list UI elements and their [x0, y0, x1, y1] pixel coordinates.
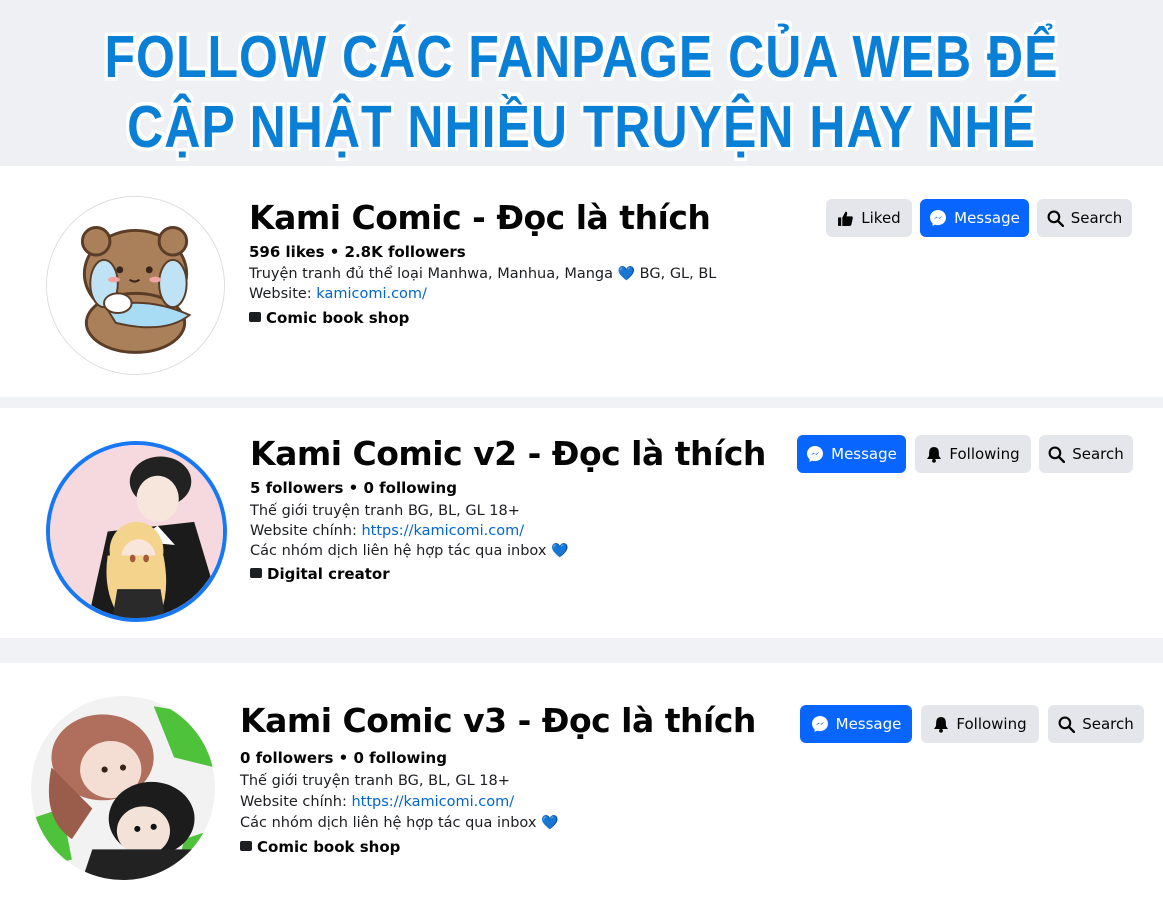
page-card-kami-comic-v3: Kami Comic v3 - Đọc là thích 0 followers… [0, 663, 1163, 907]
website-link[interactable]: https://kamicomi.com/ [351, 794, 514, 810]
manga-pair-avatar-image [31, 696, 215, 880]
category-icon [249, 312, 261, 322]
page-description: Thế giới truyện tranh BG, BL, GL 18+ [240, 773, 510, 789]
message-button-label: Message [954, 209, 1020, 227]
search-button-label: Search [1070, 209, 1123, 227]
page-website: Website chính: https://kamicomi.com/ [250, 523, 524, 539]
page-stats: 5 followers • 0 following [250, 479, 457, 497]
search-icon [1058, 716, 1076, 733]
following-button-label: Following [949, 445, 1020, 463]
website-link[interactable]: https://kamicomi.com/ [361, 523, 524, 539]
bear-avatar-image [47, 197, 224, 374]
page-stats: 0 followers • 0 following [240, 749, 447, 767]
messenger-icon [807, 446, 824, 462]
page-category: Comic book shop [240, 838, 400, 856]
bell-icon [927, 446, 942, 463]
messenger-icon [811, 716, 828, 732]
page-description: Truyện tranh đủ thể loại Manhwa, Manhua,… [249, 266, 716, 282]
page-contact-note: Các nhóm dịch liên hệ hợp tác qua inbox … [250, 543, 568, 559]
search-icon [1047, 210, 1064, 227]
website-label: Website chính: [240, 794, 352, 810]
banner-title-line-1: Follow các fanpage của web để [104, 23, 1059, 91]
category-icon [250, 568, 262, 578]
page-card-kami-comic-v2: Kami Comic v2 - Đọc là thích 5 followers… [0, 408, 1163, 638]
following-button[interactable]: Following [915, 435, 1031, 473]
page-avatar[interactable] [46, 196, 225, 375]
page-stats: 596 likes • 2.8K followers [249, 243, 466, 261]
following-button[interactable]: Following [921, 705, 1039, 743]
heart-icon: 💙 [551, 543, 569, 559]
page-category: Comic book shop [249, 309, 409, 327]
category-label: Digital creator [267, 565, 390, 583]
page-name[interactable]: Kami Comic - Đọc là thích [249, 198, 711, 237]
page-name[interactable]: Kami Comic v2 - Đọc là thích [250, 434, 766, 473]
website-label: Website chính: [250, 523, 362, 539]
page-card-kami-comic: Kami Comic - Đọc là thích 596 likes • 2.… [0, 166, 1163, 397]
search-button[interactable]: Search [1048, 705, 1144, 743]
search-button[interactable]: Search [1037, 199, 1132, 237]
banner: Follow các fanpage của web để cập nhật n… [0, 0, 1163, 166]
page-avatar[interactable] [46, 441, 227, 622]
contact-note-text: Các nhóm dịch liên hệ hợp tác qua inbox [250, 543, 547, 559]
category-icon [240, 841, 252, 851]
message-button[interactable]: Message [920, 199, 1029, 237]
search-button[interactable]: Search [1039, 435, 1133, 473]
website-label: Website: [249, 286, 317, 302]
bell-icon [934, 716, 949, 733]
page-name[interactable]: Kami Comic v3 - Đọc là thích [240, 701, 756, 740]
liked-button-label: Liked [861, 209, 901, 227]
message-button[interactable]: Message [797, 435, 906, 473]
page-contact-note: Các nhóm dịch liên hệ hợp tác qua inbox … [240, 815, 558, 831]
page-description: Thế giới truyện tranh BG, BL, GL 18+ [250, 503, 520, 519]
page-description-suffix: BG, GL, BL [639, 266, 717, 282]
page-description-text: Truyện tranh đủ thể loại Manhwa, Manhua,… [249, 266, 614, 282]
page-website: Website chính: https://kamicomi.com/ [240, 794, 514, 810]
heart-icon: 💙 [541, 815, 559, 831]
following-button-label: Following [956, 715, 1027, 733]
banner-title-line-2: cập nhật nhiều truyện hay nhé [127, 93, 1036, 161]
search-button-label: Search [1072, 445, 1124, 463]
page-avatar[interactable] [31, 696, 215, 880]
message-button-label: Message [835, 715, 902, 733]
message-button-label: Message [831, 445, 897, 463]
messenger-icon [930, 210, 947, 226]
manga-couple-avatar-image [50, 445, 223, 618]
category-label: Comic book shop [266, 309, 410, 327]
search-icon [1048, 446, 1066, 463]
page-category: Digital creator [250, 565, 390, 583]
heart-icon: 💙 [617, 266, 636, 282]
website-link[interactable]: kamicomi.com/ [316, 286, 427, 302]
liked-button[interactable]: Liked [826, 199, 912, 237]
contact-note-text: Các nhóm dịch liên hệ hợp tác qua inbox [240, 815, 537, 831]
search-button-label: Search [1082, 715, 1134, 733]
message-button[interactable]: Message [800, 705, 912, 743]
thumbs-up-icon [838, 211, 854, 226]
category-label: Comic book shop [257, 838, 401, 856]
page-website: Website: kamicomi.com/ [249, 286, 427, 302]
